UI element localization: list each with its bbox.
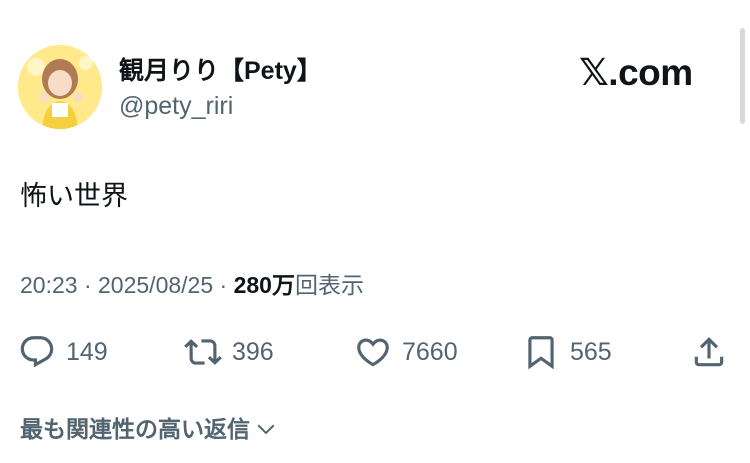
reply-icon bbox=[20, 336, 54, 368]
tweet-text: 怖い世界 bbox=[20, 181, 128, 211]
views-count: 280万 bbox=[233, 272, 295, 298]
reply-button[interactable]: 149 bbox=[18, 330, 108, 374]
author-display-name[interactable]: 観月りり【Pety】 bbox=[119, 56, 322, 86]
avatar[interactable] bbox=[18, 45, 102, 129]
replies-sort-label: 最も関連性の高い返信 bbox=[20, 416, 250, 442]
bookmark-button[interactable]: 565 bbox=[522, 330, 612, 374]
meta-separator: · bbox=[83, 272, 99, 298]
meta-separator: · bbox=[219, 272, 234, 298]
share-icon bbox=[694, 337, 724, 367]
replies-sort-dropdown[interactable]: 最も関連性の高い返信 bbox=[20, 414, 278, 444]
like-count: 7660 bbox=[402, 337, 458, 366]
views-label: 回表示 bbox=[294, 272, 364, 298]
repost-icon bbox=[184, 339, 222, 365]
tweet-time[interactable]: 20:23 bbox=[20, 272, 78, 298]
author-handle[interactable]: @pety_riri bbox=[119, 91, 233, 121]
reply-count: 149 bbox=[66, 337, 108, 366]
chevron-down-icon bbox=[257, 424, 275, 435]
avatar-image bbox=[18, 45, 102, 129]
action-bar: 149 396 7660 565 bbox=[0, 330, 750, 374]
tweet-date[interactable]: 2025/08/25 bbox=[98, 272, 213, 298]
repost-count: 396 bbox=[232, 337, 274, 366]
bookmark-count: 565 bbox=[570, 337, 612, 366]
share-button[interactable] bbox=[690, 330, 728, 374]
like-icon bbox=[357, 338, 389, 367]
bookmark-icon bbox=[528, 336, 554, 370]
tweet-meta: 20:23 · 2025/08/25 · 280万回表示 bbox=[20, 270, 364, 300]
scrollbar[interactable] bbox=[740, 28, 745, 124]
repost-button[interactable]: 396 bbox=[184, 330, 274, 374]
brand-logo: 𝕏.com bbox=[579, 52, 693, 93]
like-button[interactable]: 7660 bbox=[354, 330, 458, 374]
